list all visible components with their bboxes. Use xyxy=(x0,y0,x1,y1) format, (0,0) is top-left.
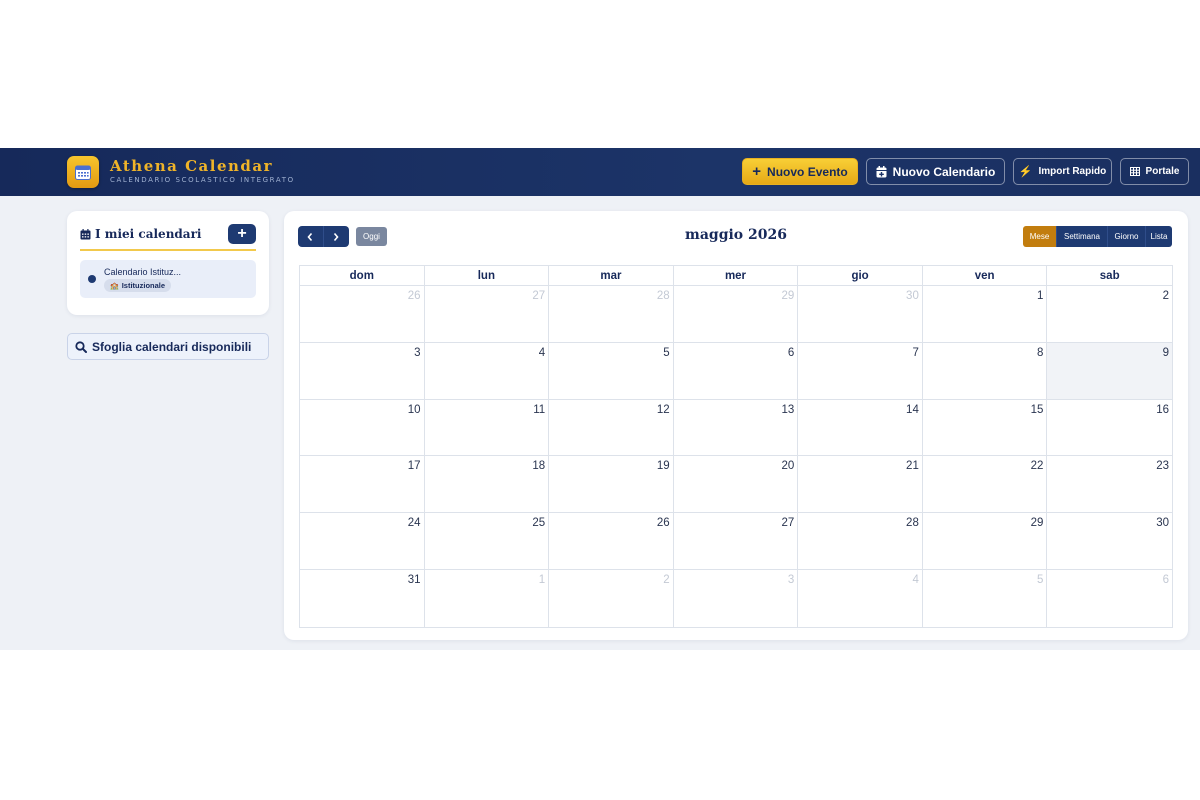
day-cell[interactable]: 30 xyxy=(1047,513,1172,569)
day-cell[interactable]: 7 xyxy=(798,342,923,399)
portal-label: Portale xyxy=(1145,166,1180,177)
month-grid: dom lun mar mer gio ven sab 26 27 28 29 … xyxy=(299,265,1173,628)
day-cell[interactable]: 26 xyxy=(300,286,425,342)
day-cell[interactable]: 3 xyxy=(674,569,799,627)
weekday-label: mar xyxy=(549,266,674,286)
add-calendar-button[interactable]: + xyxy=(228,224,256,244)
day-cell[interactable]: 27 xyxy=(425,286,550,342)
quick-import-button[interactable]: ⚡ Import Rapido xyxy=(1013,158,1112,185)
my-calendars-header: I miei calendari xyxy=(80,227,201,241)
calendar-icon xyxy=(75,165,91,180)
week-row: 10 11 12 13 14 15 16 xyxy=(300,399,1172,457)
view-switcher: Mese Settimana Giorno Lista xyxy=(1023,226,1172,247)
day-cell[interactable]: 14 xyxy=(798,399,923,456)
weekday-label: mer xyxy=(674,266,799,286)
calendar-icon xyxy=(80,228,91,239)
new-event-button[interactable]: + Nuovo Evento xyxy=(742,158,858,185)
today-cell[interactable]: 9 xyxy=(1047,342,1172,399)
day-cell[interactable]: 12 xyxy=(549,399,674,456)
day-cell[interactable]: 1 xyxy=(425,569,550,627)
week-row: 17 18 19 20 21 22 23 xyxy=(300,456,1172,514)
brand-subtitle: CALENDARIO SCOLASTICO INTEGRATO xyxy=(110,176,295,184)
top-bar: Athena Calendar CALENDARIO SCOLASTICO IN… xyxy=(0,148,1200,196)
divider xyxy=(80,249,256,251)
day-cell[interactable]: 3 xyxy=(300,342,425,399)
grid-icon xyxy=(1129,167,1140,176)
week-row: 31 1 2 3 4 5 6 xyxy=(300,569,1172,627)
day-cell[interactable]: 16 xyxy=(1047,400,1172,456)
day-cell[interactable]: 19 xyxy=(549,456,674,513)
weekday-label: lun xyxy=(425,266,550,286)
day-cell[interactable]: 20 xyxy=(674,456,799,513)
app-root: Athena Calendar CALENDARIO SCOLASTICO IN… xyxy=(0,148,1200,650)
plus-icon: + xyxy=(752,163,762,180)
day-cell[interactable]: 28 xyxy=(549,286,674,342)
day-cell[interactable]: 21 xyxy=(798,456,923,513)
day-cell[interactable]: 10 xyxy=(300,399,425,456)
calendar-type-label: Istituzionale xyxy=(121,281,166,290)
day-cell[interactable]: 2 xyxy=(1047,286,1172,342)
brand-title: Athena Calendar xyxy=(110,157,274,175)
weekday-label: dom xyxy=(300,266,425,286)
view-day-button[interactable]: Giorno xyxy=(1107,226,1145,247)
week-row: 24 25 26 27 28 29 30 xyxy=(300,513,1172,570)
app-logo[interactable] xyxy=(67,156,99,188)
day-cell[interactable]: 23 xyxy=(1047,456,1172,512)
day-cell[interactable]: 6 xyxy=(1047,570,1172,627)
weekday-label: gio xyxy=(798,266,923,286)
calendar-name: Calendario Istituz... xyxy=(104,267,182,277)
new-calendar-label: Nuovo Calendario xyxy=(892,164,996,179)
weekday-label: sab xyxy=(1099,270,1120,282)
day-cell[interactable]: 4 xyxy=(425,342,550,399)
day-cell[interactable]: 5 xyxy=(549,342,674,399)
day-cell[interactable]: 26 xyxy=(549,513,674,569)
day-cell[interactable]: 13 xyxy=(674,399,799,456)
my-calendars-panel: I miei calendari + Calendario Istituz...… xyxy=(67,211,269,315)
day-cell[interactable]: 6 xyxy=(674,342,799,399)
week-row: 3 4 5 6 7 8 9 xyxy=(300,342,1172,400)
bolt-icon: ⚡ xyxy=(1018,166,1033,178)
day-cell[interactable]: 15 xyxy=(923,399,1048,456)
calendar-list-item[interactable]: Calendario Istituz... 🏫 Istituzionale xyxy=(80,260,256,298)
day-cell[interactable]: 5 xyxy=(923,569,1048,627)
day-cell[interactable]: 2 xyxy=(549,569,674,627)
calendar-plus-icon xyxy=(876,165,887,177)
view-week-button[interactable]: Settimana xyxy=(1056,226,1107,247)
new-event-label: Nuovo Evento xyxy=(767,164,848,179)
day-cell[interactable]: 30 xyxy=(798,286,923,342)
week-row: 26 27 28 29 30 1 2 xyxy=(300,286,1172,343)
calendar-type-badge: 🏫 Istituzionale xyxy=(104,279,172,292)
day-cell[interactable]: 11 xyxy=(425,399,550,456)
quick-import-label: Import Rapido xyxy=(1038,166,1107,177)
calendar-panel: Oggi maggio 2026 Mese Settimana Giorno L… xyxy=(284,211,1188,640)
day-cell[interactable]: 8 xyxy=(923,342,1048,399)
calendar-color-dot xyxy=(88,275,96,283)
day-cell[interactable]: 17 xyxy=(300,456,425,513)
day-cell[interactable]: 22 xyxy=(923,456,1048,513)
day-cell[interactable]: 27 xyxy=(674,513,799,569)
browse-calendars-button[interactable]: Sfoglia calendari disponibili xyxy=(67,333,269,360)
browse-calendars-label: Sfoglia calendari disponibili xyxy=(92,339,252,354)
weekday-label: ven xyxy=(923,266,1048,286)
day-cell[interactable]: 18 xyxy=(425,456,550,513)
search-icon xyxy=(75,340,87,353)
portal-button[interactable]: Portale xyxy=(1120,158,1189,185)
day-cell[interactable]: 28 xyxy=(798,513,923,569)
day-cell[interactable]: 1 xyxy=(923,286,1048,342)
day-cell[interactable]: 29 xyxy=(674,286,799,342)
day-cell[interactable]: 4 xyxy=(798,569,923,627)
view-list-button[interactable]: Lista xyxy=(1145,226,1172,247)
new-calendar-button[interactable]: Nuovo Calendario xyxy=(866,158,1005,185)
weekday-header: dom lun mar mer gio ven sab xyxy=(300,266,1172,286)
view-month-button[interactable]: Mese xyxy=(1023,226,1056,247)
school-icon: 🏫 xyxy=(110,282,119,290)
my-calendars-title: I miei calendari xyxy=(95,227,202,241)
day-cell[interactable]: 29 xyxy=(923,513,1048,569)
day-cell[interactable]: 24 xyxy=(300,513,425,569)
day-cell[interactable]: 31 xyxy=(300,569,425,627)
day-cell[interactable]: 25 xyxy=(425,513,550,569)
